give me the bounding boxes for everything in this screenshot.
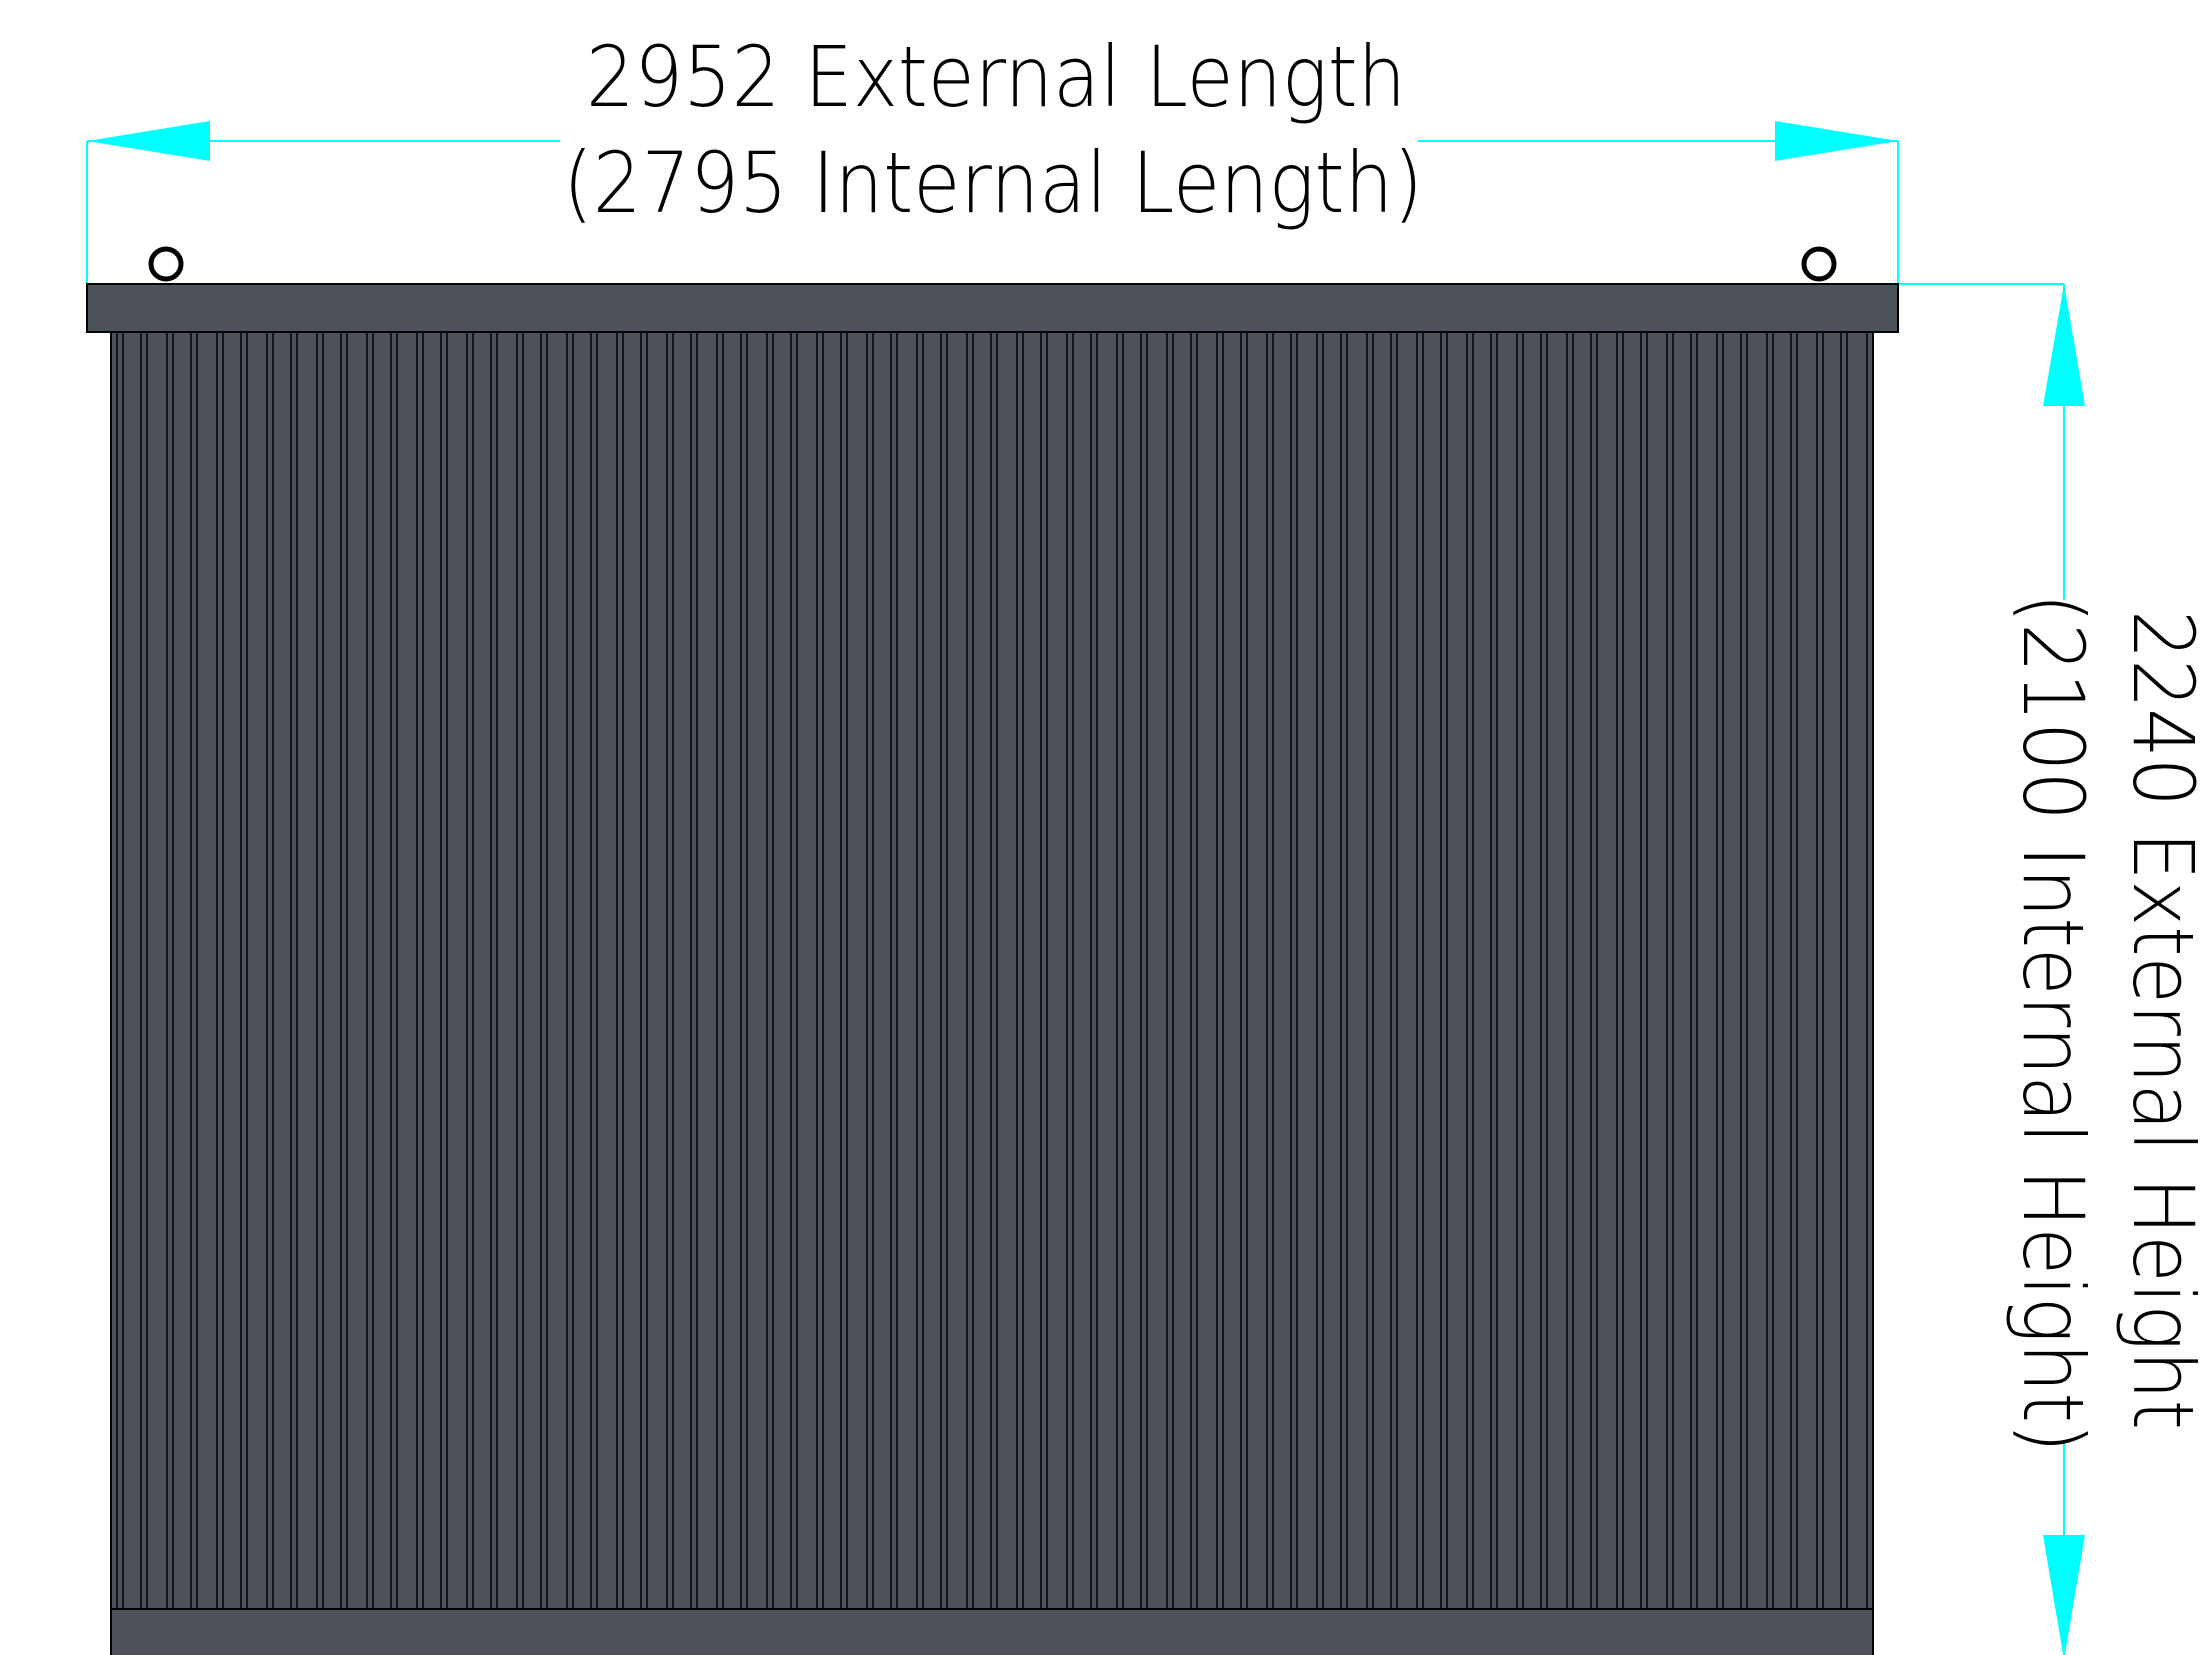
container-body (86, 283, 1899, 1655)
lifting-ring-left (148, 246, 184, 282)
height-arrowhead-top (2043, 284, 2085, 406)
internal-height-label: (2100 Internal Height) (2004, 593, 2102, 1453)
height-arrowhead-bottom (2043, 1535, 2085, 1655)
length-arrowhead-left (87, 121, 210, 161)
lifting-ring-right (1801, 246, 1837, 282)
external-height-label: 2240 External Height (2114, 610, 2206, 1430)
external-length-label: 2952 External Length (586, 28, 1406, 126)
top-rail (86, 283, 1899, 333)
bottom-rail (110, 1608, 1874, 1655)
length-arrowhead-right (1775, 121, 1898, 161)
container-side-panel (110, 331, 1874, 1655)
container-side-elevation-drawing: 2952 External Length (2795 Internal Leng… (86, 28, 2206, 1655)
internal-length-label: (2795 Internal Length) (563, 134, 1423, 232)
lifting-rings (148, 246, 1837, 282)
length-dimension: 2952 External Length (2795 Internal Leng… (86, 28, 1899, 284)
height-dimension: 2240 External Height (2100 Internal Heig… (1898, 283, 2206, 1655)
